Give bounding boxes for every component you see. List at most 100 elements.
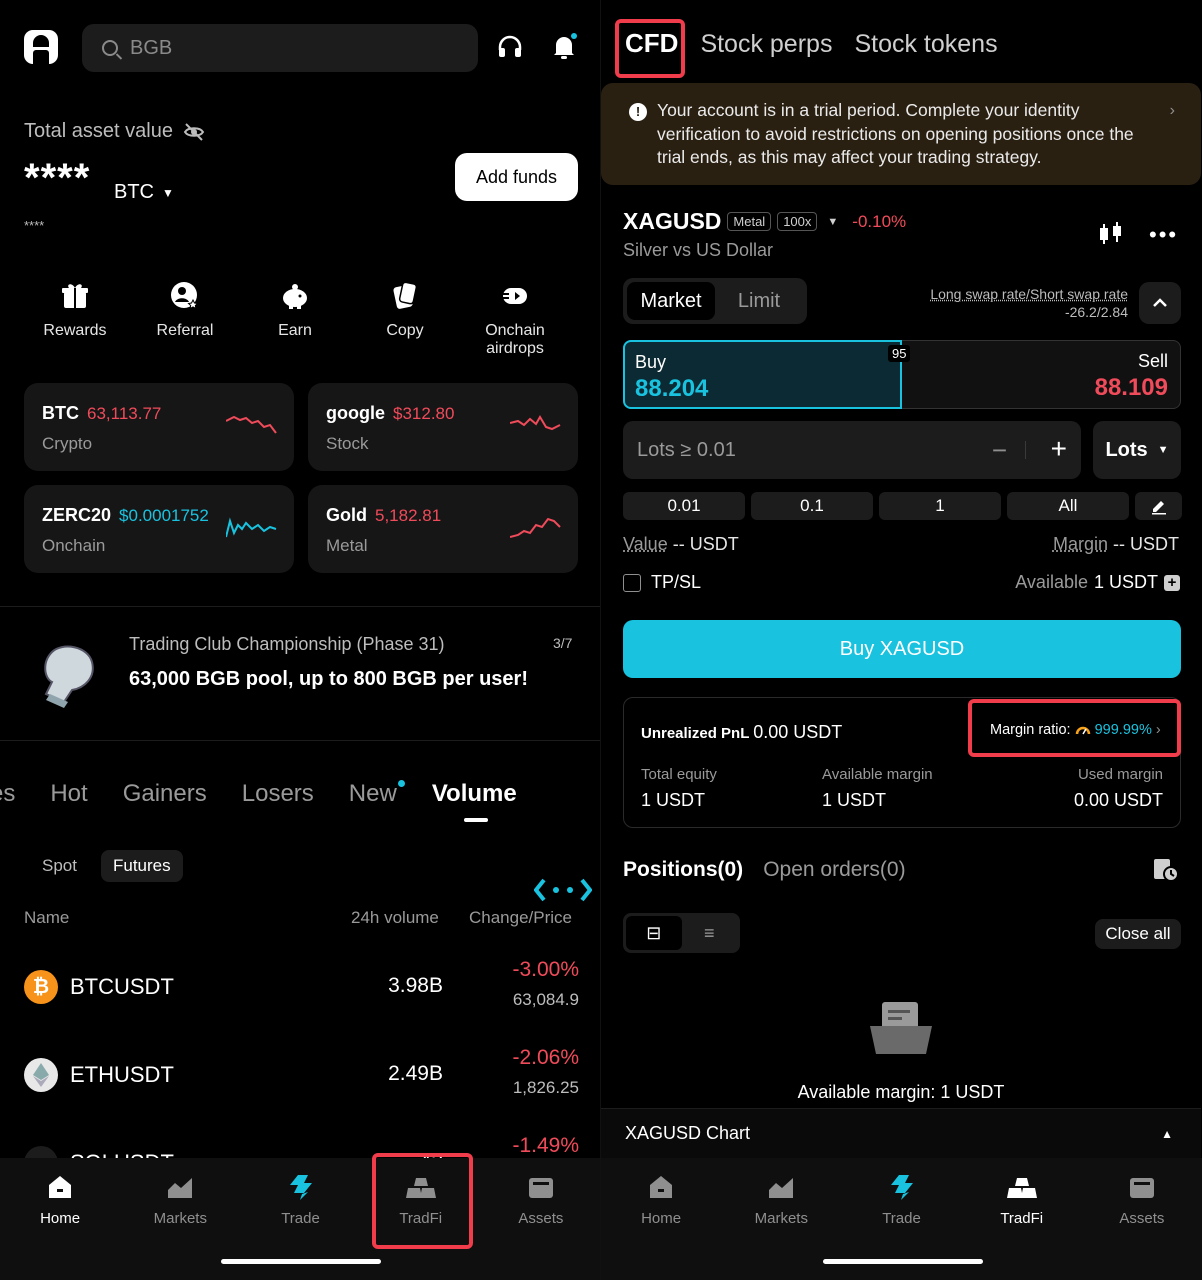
- tab-positions[interactable]: Positions(0): [623, 858, 743, 882]
- nav-home[interactable]: Home: [601, 1172, 721, 1280]
- history-icon[interactable]: [1152, 857, 1180, 883]
- ticker-card-gold[interactable]: Gold 5,182.81 Metal: [308, 485, 578, 573]
- sparkline: [226, 517, 277, 538]
- plus-icon[interactable]: +: [1051, 433, 1067, 465]
- bell-icon[interactable]: [551, 33, 577, 61]
- ticker-card-zerc20[interactable]: ZERC20 $0.0001752 Onchain: [24, 485, 294, 573]
- highlight-box: [372, 1153, 473, 1249]
- col-name: Name: [24, 908, 70, 927]
- lots-input[interactable]: Lots ≥ 0.01 − +: [623, 421, 1081, 479]
- nav-home[interactable]: Home: [0, 1172, 120, 1280]
- bitcoin-icon: ₿: [24, 970, 58, 1004]
- quick-copy[interactable]: Copy: [350, 280, 460, 358]
- chart-toggle[interactable]: XAGUSD Chart ▲: [601, 1108, 1201, 1158]
- tpsl-toggle[interactable]: TP/SL: [623, 572, 701, 593]
- subtab-spot[interactable]: Spot: [30, 850, 89, 882]
- add-funds-button[interactable]: Add funds: [455, 153, 578, 201]
- gold-bars-icon: [1006, 1178, 1037, 1198]
- tab-hot[interactable]: Hot: [50, 780, 87, 808]
- unrealized-pnl: Unrealized PnL 0.00 USDT: [641, 722, 843, 742]
- ticker-card-btc[interactable]: BTC 63,113.77 Crypto: [24, 383, 294, 471]
- lot-preset[interactable]: 0.1: [751, 492, 873, 520]
- nav-markets[interactable]: Markets: [721, 1172, 841, 1280]
- empty-document-icon: [870, 1002, 932, 1054]
- referral-icon: [171, 282, 199, 310]
- tab-stock-perps[interactable]: Stock perps: [700, 30, 832, 59]
- positions-tabs: Positions(0) Open orders(0): [623, 858, 906, 882]
- tab-market[interactable]: Market: [627, 282, 715, 320]
- tab-losers[interactable]: Losers: [242, 780, 314, 808]
- asset-sub-hidden: ****: [24, 218, 45, 233]
- tab-favorites[interactable]: rites: [0, 780, 15, 808]
- gift-icon: [62, 284, 88, 308]
- search-icon: [102, 40, 118, 56]
- tab-stock-tokens[interactable]: Stock tokens: [854, 30, 997, 59]
- empty-state-text: Available margin: 1 USDT: [797, 1082, 1005, 1102]
- search-input[interactable]: BGB: [82, 24, 478, 72]
- asset-unit-selector[interactable]: BTC ▼: [114, 181, 174, 204]
- caret-up-icon: ▲: [1161, 1127, 1173, 1141]
- checkbox[interactable]: [623, 573, 641, 592]
- spread-badge: 95: [888, 345, 911, 362]
- promo-body[interactable]: 63,000 BGB pool, up to 800 BGB per user!: [129, 668, 528, 691]
- home-icon: [650, 1176, 673, 1198]
- lots-unit-select[interactable]: Lots ▼: [1093, 421, 1181, 479]
- collapse-button[interactable]: [1139, 282, 1181, 324]
- quick-referral[interactable]: Referral: [130, 280, 240, 358]
- home-indicator: [823, 1259, 983, 1264]
- trade-icon: [289, 1175, 312, 1200]
- tab-open-orders[interactable]: Open orders(0): [763, 858, 905, 882]
- col-volume[interactable]: 24h volume: [351, 908, 439, 928]
- market-row[interactable]: ₿ BTCUSDT 3.98B -3.00% 63,084.9: [24, 958, 579, 1018]
- eye-off-icon[interactable]: [183, 122, 205, 141]
- trial-notice[interactable]: ! Your account is in a trial period. Com…: [601, 83, 1201, 185]
- quick-earn[interactable]: Earn: [240, 280, 350, 358]
- headset-icon[interactable]: [497, 34, 523, 60]
- edit-icon[interactable]: [1135, 492, 1182, 520]
- candlestick-icon[interactable]: [1098, 220, 1124, 246]
- home-screen: BGB Total asset value **** BTC ▼ **** Add…: [0, 0, 601, 1280]
- quick-rewards[interactable]: Rewards: [20, 280, 130, 358]
- close-all-button[interactable]: Close all: [1095, 919, 1181, 949]
- lot-preset[interactable]: All: [1007, 492, 1129, 520]
- swap-rate: Long swap rate/Short swap rate -26.2/2.8…: [930, 286, 1128, 320]
- nav-assets[interactable]: Assets: [481, 1172, 600, 1280]
- wallet-icon: [1129, 1178, 1154, 1198]
- subtab-futures[interactable]: Futures: [100, 850, 183, 882]
- instrument-header[interactable]: XAGUSD Metal 100x ▼ -0.10%: [623, 208, 906, 235]
- ticker-card-google[interactable]: google $312.80 Stock: [308, 383, 578, 471]
- chevron-right-icon: ›: [1169, 102, 1175, 119]
- caret-down-icon: ▼: [162, 185, 174, 200]
- ethereum-icon: [24, 1058, 58, 1092]
- tab-gainers[interactable]: Gainers: [123, 780, 207, 808]
- code-brackets-icon[interactable]: [534, 876, 592, 904]
- sparkline: [510, 415, 561, 431]
- card-view-icon[interactable]: ⊟: [626, 916, 682, 950]
- profile-avatar-icon[interactable]: [24, 30, 58, 64]
- quick-onchain-airdrops[interactable]: Onchain airdrops: [460, 280, 570, 358]
- promo-pager: 3/7: [553, 635, 573, 651]
- piggy-bank-icon: [283, 284, 307, 309]
- order-type-toggle: Market Limit: [623, 278, 807, 324]
- buy-price-box[interactable]: Buy 88.204: [623, 340, 902, 409]
- instrument-name: Silver vs US Dollar: [623, 240, 774, 260]
- tab-volume[interactable]: Volume: [432, 780, 517, 822]
- buy-button[interactable]: Buy XAGUSD: [623, 620, 1181, 678]
- lot-preset[interactable]: 1: [879, 492, 1001, 520]
- caret-down-icon: ▼: [1157, 444, 1169, 456]
- minus-icon[interactable]: −: [992, 435, 1007, 466]
- caret-down-icon: ▼: [827, 215, 839, 228]
- tab-new[interactable]: New: [349, 780, 405, 808]
- more-icon[interactable]: •••: [1149, 222, 1178, 248]
- add-funds-icon[interactable]: +: [1164, 574, 1180, 591]
- sparkline: [226, 415, 277, 434]
- home-icon: [49, 1176, 72, 1198]
- nav-assets[interactable]: Assets: [1082, 1172, 1202, 1280]
- sell-price-box[interactable]: Sell 88.109: [902, 340, 1181, 409]
- col-change[interactable]: Change/Price: [469, 908, 572, 928]
- tab-limit[interactable]: Limit: [715, 282, 803, 320]
- market-row[interactable]: ETHUSDT 2.49B -2.06% 1,826.25: [24, 1046, 579, 1106]
- quick-actions: Rewards Referral Earn Copy Onchain airdr…: [20, 280, 580, 358]
- lot-preset[interactable]: 0.01: [623, 492, 745, 520]
- list-view-icon[interactable]: ≡: [682, 916, 738, 950]
